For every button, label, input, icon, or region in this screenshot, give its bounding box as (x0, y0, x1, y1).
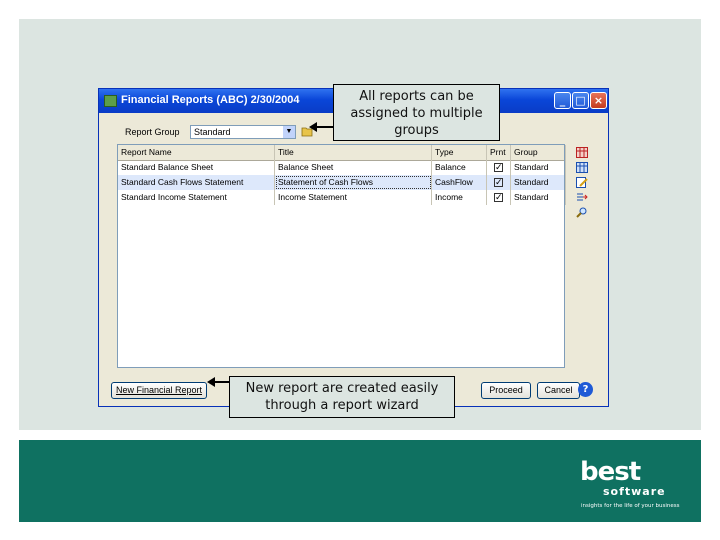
report-title-cell: Statement of Cash Flows (275, 175, 432, 190)
close-button[interactable]: × (590, 92, 607, 109)
export-icon[interactable] (576, 192, 588, 203)
report-group-cell: Standard (511, 175, 566, 190)
new-financial-report-button[interactable]: New Financial Report (111, 382, 207, 399)
grid-header: Report Name Title Type Prnt Group (118, 145, 566, 161)
report-name-cell: Standard Income Statement (118, 190, 275, 205)
arrow-head-icon (207, 377, 215, 387)
report-title-cell: Income Statement (275, 190, 432, 205)
find-icon[interactable] (576, 207, 588, 218)
logo-brand: best (580, 457, 641, 487)
table-row[interactable]: Standard Balance Sheet Balance Sheet Bal… (118, 160, 566, 175)
report-group-cell: Standard (511, 160, 566, 175)
print-cell: ✓ (487, 190, 511, 205)
report-type-cell: Income (432, 190, 487, 205)
callout-arrow (214, 381, 229, 383)
report-title-cell: Balance Sheet (275, 160, 432, 175)
report-group-cell: Standard (511, 190, 566, 205)
report-group-value: Standard (194, 127, 231, 137)
column-header-group[interactable]: Group (511, 145, 566, 160)
grid-red-icon[interactable] (576, 147, 588, 158)
report-name-cell: Standard Cash Flows Statement (118, 175, 275, 190)
column-header-type[interactable]: Type (432, 145, 487, 160)
table-row[interactable]: Standard Income Statement Income Stateme… (118, 190, 566, 205)
print-checkbox[interactable]: ✓ (494, 163, 503, 172)
grid-blue-icon[interactable] (576, 162, 588, 173)
maximize-button[interactable]: □ (572, 92, 589, 109)
window-title: Financial Reports (ABC) 2/30/2004 (121, 94, 300, 106)
edit-report-icon[interactable] (576, 177, 588, 188)
logo-sub: software (603, 485, 666, 498)
column-header-report-name[interactable]: Report Name (118, 145, 275, 160)
table-row[interactable]: Standard Cash Flows Statement Statement … (118, 175, 566, 190)
toolbar-icons (576, 147, 590, 218)
callout-report-groups: All reports can be assigned to multiple … (333, 84, 500, 141)
print-checkbox[interactable]: ✓ (494, 178, 503, 187)
print-cell: ✓ (487, 175, 511, 190)
callout-report-wizard: New report are created easily through a … (229, 376, 455, 418)
proceed-button[interactable]: Proceed (481, 382, 531, 399)
app-icon (104, 95, 117, 107)
logo-tagline: insights for the life of your business (581, 503, 680, 509)
report-group-select[interactable]: Standard ▼ (190, 125, 296, 139)
arrow-head-icon (309, 122, 317, 132)
report-name-cell: Standard Balance Sheet (118, 160, 275, 175)
report-type-cell: CashFlow (432, 175, 487, 190)
cancel-button[interactable]: Cancel (537, 382, 580, 399)
report-group-label: Report Group (125, 127, 180, 137)
callout-arrow (316, 126, 333, 128)
print-checkbox[interactable]: ✓ (494, 193, 503, 202)
help-icon[interactable]: ? (578, 382, 593, 397)
column-header-title[interactable]: Title (275, 145, 432, 160)
reports-grid: Report Name Title Type Prnt Group Standa… (117, 144, 566, 368)
print-cell: ✓ (487, 160, 511, 175)
report-type-cell: Balance (432, 160, 487, 175)
minimize-button[interactable]: _ (554, 92, 571, 109)
chevron-down-icon[interactable]: ▼ (283, 126, 295, 138)
column-header-print[interactable]: Prnt (487, 145, 511, 160)
